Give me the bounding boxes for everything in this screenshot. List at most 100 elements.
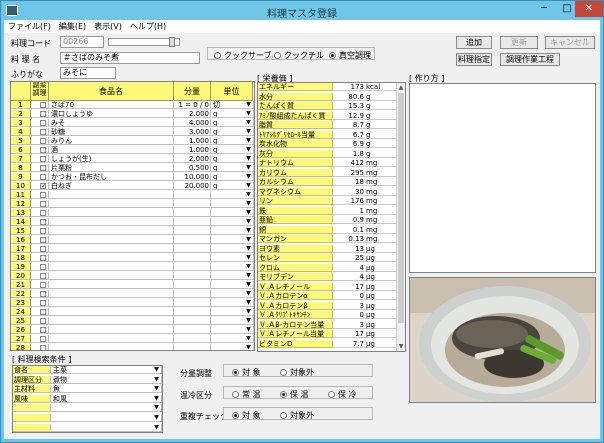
dropdown-arrow-icon[interactable]: ▼ — [244, 209, 253, 216]
kana-field[interactable]: みそに — [60, 67, 116, 79]
update-button[interactable]: 更新 — [500, 36, 538, 49]
cond-checkbox[interactable] — [40, 318, 46, 324]
dropdown-arrow-icon[interactable]: ▼ — [152, 404, 161, 412]
unit-cell[interactable]: g ▼ — [211, 155, 254, 163]
food-name-cell[interactable] — [49, 308, 174, 316]
scroll-down-icon[interactable]: ▼ — [397, 342, 405, 351]
dropdown-arrow-icon[interactable]: ▼ — [152, 375, 161, 383]
process-button[interactable]: 調理作業工程 — [500, 53, 560, 66]
dropdown-arrow-icon[interactable]: ▼ — [244, 299, 253, 306]
food-name-cell[interactable]: みそ — [49, 119, 174, 127]
cond-checkbox[interactable] — [40, 273, 46, 279]
food-name-cell[interactable]: 片栗粉 — [49, 164, 174, 172]
qty-cell[interactable] — [174, 272, 211, 280]
qty-cell[interactable]: 1.000 — [174, 137, 211, 145]
dropdown-arrow-icon[interactable]: ▼ — [244, 254, 253, 261]
qty-cell[interactable] — [174, 254, 211, 262]
unit-cell[interactable]: ▼ — [211, 317, 254, 325]
unit-cell[interactable]: ▼ — [211, 209, 254, 217]
food-name-cell[interactable] — [49, 245, 174, 253]
radio-portion-excluded[interactable]: 対象外 — [280, 367, 314, 378]
dropdown-arrow-icon[interactable]: ▼ — [244, 155, 253, 162]
dropdown-arrow-icon[interactable]: ▼ — [244, 326, 253, 333]
dropdown-arrow-icon[interactable]: ▼ — [152, 394, 161, 402]
qty-cell[interactable] — [174, 299, 211, 307]
dropdown-arrow-icon[interactable]: ▼ — [244, 290, 253, 297]
food-name-cell[interactable] — [49, 227, 174, 235]
qty-cell[interactable] — [174, 335, 211, 343]
unit-cell[interactable]: ▼ — [211, 254, 254, 262]
dropdown-arrow-icon[interactable]: ▼ — [244, 119, 253, 126]
menu-edit[interactable]: 編集(E) — [55, 20, 90, 33]
radio-dup-target[interactable]: 対 象 — [232, 410, 261, 421]
dropdown-arrow-icon[interactable]: ▼ — [244, 317, 253, 324]
close-button[interactable]: ✕ — [575, 1, 603, 17]
dish-name-field[interactable]: ＃さばのみそ煮 — [60, 52, 200, 64]
radio-cook-serve[interactable]: クックサーブ — [214, 50, 272, 61]
cond-checkbox[interactable] — [40, 336, 46, 342]
unit-cell[interactable]: g ▼ — [211, 137, 254, 145]
qty-cell[interactable]: 4.000 — [174, 119, 211, 127]
dropdown-arrow-icon[interactable]: ▼ — [244, 281, 253, 288]
search-value[interactable]: ▼ — [51, 414, 162, 422]
dropdown-arrow-icon[interactable]: ▼ — [244, 245, 253, 252]
unit-cell[interactable]: ▼ — [211, 191, 254, 199]
search-value[interactable]: 煮物 ▼ — [51, 375, 162, 384]
dropdown-arrow-icon[interactable]: ▼ — [244, 101, 253, 108]
qty-cell[interactable] — [174, 236, 211, 244]
unit-cell[interactable]: ▼ — [211, 200, 254, 208]
food-name-cell[interactable]: しょうが(生) — [49, 155, 174, 163]
food-name-cell[interactable]: みりん — [49, 137, 174, 145]
qty-cell[interactable] — [174, 245, 211, 253]
unit-cell[interactable]: ▼ — [211, 281, 254, 289]
unit-cell[interactable]: g ▼ — [211, 110, 254, 118]
dropdown-arrow-icon[interactable]: ▼ — [152, 366, 161, 373]
unit-cell[interactable]: ▼ — [211, 308, 254, 316]
search-value[interactable]: ▼ — [51, 404, 162, 413]
dropdown-arrow-icon[interactable]: ▼ — [152, 423, 161, 431]
unit-cell[interactable]: g ▼ — [211, 119, 254, 127]
food-name-cell[interactable]: 白ねぎ — [49, 182, 174, 190]
minimize-button[interactable]: ─ — [532, 1, 556, 17]
qty-cell[interactable] — [174, 308, 211, 316]
cond-checkbox[interactable] — [40, 111, 46, 117]
dropdown-arrow-icon[interactable]: ▼ — [244, 200, 253, 207]
cond-checkbox[interactable] — [40, 201, 46, 207]
qty-cell[interactable] — [174, 281, 211, 289]
qty-cell[interactable] — [174, 290, 211, 298]
unit-cell[interactable]: ▼ — [211, 326, 254, 334]
recipe-textarea[interactable] — [409, 83, 596, 273]
food-name-cell[interactable] — [49, 236, 174, 244]
add-button[interactable]: 追加 — [456, 36, 492, 49]
dropdown-arrow-icon[interactable]: ▼ — [244, 335, 253, 342]
food-name-cell[interactable] — [49, 218, 174, 226]
code-slider[interactable] — [108, 37, 180, 47]
dropdown-arrow-icon[interactable]: ▼ — [244, 218, 253, 225]
cond-checkbox[interactable] — [40, 210, 46, 216]
radio-room-temp[interactable]: 常 温 — [232, 389, 261, 400]
dropdown-arrow-icon[interactable]: ▼ — [244, 263, 253, 270]
food-name-cell[interactable] — [49, 335, 174, 343]
dropdown-arrow-icon[interactable]: ▼ — [152, 385, 161, 393]
qty-cell[interactable] — [174, 209, 211, 217]
qty-cell[interactable]: 2.000 — [174, 110, 211, 118]
dropdown-arrow-icon[interactable]: ▼ — [244, 137, 253, 144]
slider-thumb[interactable] — [169, 37, 175, 47]
cond-checkbox[interactable] — [40, 246, 46, 252]
dropdown-arrow-icon[interactable]: ▼ — [244, 110, 253, 117]
food-name-cell[interactable] — [49, 326, 174, 334]
dropdown-arrow-icon[interactable]: ▼ — [244, 308, 253, 315]
unit-cell[interactable]: ▼ — [211, 263, 254, 271]
menu-help[interactable]: ヘルプ(H) — [126, 20, 170, 33]
cond-checkbox[interactable] — [40, 264, 46, 270]
search-value[interactable]: 魚 ▼ — [51, 385, 162, 394]
unit-cell[interactable]: g ▼ — [211, 164, 254, 172]
food-name-cell[interactable] — [49, 200, 174, 208]
qty-cell[interactable]: 10.000 — [174, 173, 211, 181]
food-name-cell[interactable] — [49, 299, 174, 307]
qty-cell[interactable] — [174, 326, 211, 334]
food-name-cell[interactable] — [49, 281, 174, 289]
unit-cell[interactable]: ▼ — [211, 227, 254, 235]
unit-cell[interactable]: g ▼ — [211, 182, 254, 190]
search-value[interactable]: 和風 ▼ — [51, 394, 162, 403]
